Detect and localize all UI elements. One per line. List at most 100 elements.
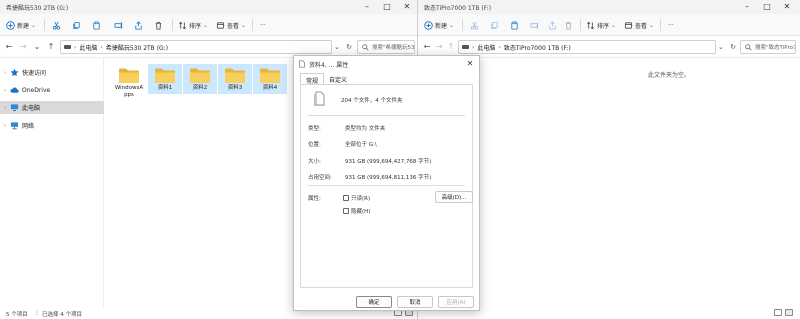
folder-item[interactable]: WindowsA pps	[112, 64, 146, 104]
command-bar: 新建 ⌄ 排序 ⌄ 查看 ⌄ ···	[0, 14, 417, 36]
new-button[interactable]: 新建 ⌄	[6, 18, 36, 32]
folder-item[interactable]: 资料3	[218, 64, 252, 94]
more-button[interactable]: ···	[668, 18, 674, 32]
nav-item-network[interactable]: › 网络	[0, 119, 104, 132]
refresh-icon[interactable]: ↻	[728, 41, 738, 53]
divider	[308, 115, 465, 116]
search-placeholder: 搜索"致态TiPro7000 1T..."	[755, 45, 795, 51]
up-icon[interactable]: ↑	[46, 41, 56, 53]
drive-icon	[462, 45, 469, 49]
share-button[interactable]	[134, 18, 143, 32]
back-icon[interactable]: ←	[422, 41, 432, 53]
apply-button[interactable]: 应用(A)	[438, 296, 474, 308]
forward-icon[interactable]: →	[18, 41, 28, 53]
more-label: ···	[260, 21, 266, 29]
chevron-right-icon[interactable]: ›	[0, 70, 10, 76]
delete-button[interactable]	[154, 18, 163, 32]
sort-icon	[587, 21, 594, 29]
minimize-icon[interactable]: –	[360, 2, 374, 12]
tiles-view-icon[interactable]	[785, 309, 793, 316]
close-icon[interactable]: ✕	[400, 2, 414, 12]
folder-name: pps	[124, 92, 134, 98]
cut-button[interactable]	[52, 18, 61, 32]
chevron-right-icon: ›	[472, 43, 475, 51]
rename-button[interactable]	[530, 18, 539, 32]
advanced-button[interactable]: 高级(D)...	[435, 191, 473, 203]
nav-item-onedrive[interactable]: › OneDrive	[0, 84, 104, 97]
address-bar[interactable]: › 此电脑 › 希捷酷玩530 2TB (G:)	[60, 40, 332, 54]
more-label: ···	[668, 21, 674, 29]
maximize-icon[interactable]: □	[380, 2, 394, 12]
readonly-checkbox[interactable]: 只读(R)	[343, 194, 370, 202]
ok-button[interactable]: 确定	[356, 296, 392, 308]
more-button[interactable]: ···	[260, 18, 266, 32]
recent-chevron-icon[interactable]: ⌄	[32, 41, 42, 53]
folder-item[interactable]: 资料2	[183, 64, 217, 94]
nav-label: 网络	[22, 123, 35, 130]
minimize-icon[interactable]: –	[740, 2, 754, 12]
rename-icon	[530, 21, 539, 29]
cancel-button[interactable]: 取消	[397, 296, 433, 308]
address-chevron-icon[interactable]: ⌄	[332, 41, 342, 53]
rename-button[interactable]	[114, 18, 123, 32]
folder-item[interactable]: 资料4	[253, 64, 287, 94]
hidden-checkbox[interactable]: 隐藏(H)	[343, 207, 370, 215]
cloud-icon	[10, 87, 19, 93]
view-button[interactable]: 查看 ⌄	[216, 18, 246, 32]
maximize-icon[interactable]: □	[760, 2, 774, 12]
view-button[interactable]: 查看 ⌄	[624, 18, 654, 32]
close-icon[interactable]: ✕	[465, 59, 475, 69]
size-value: 931 GB (999,694,427,768 字节)	[345, 159, 432, 165]
chevron-right-icon[interactable]: ›	[0, 105, 10, 111]
divider	[252, 19, 253, 31]
new-button[interactable]: 新建 ⌄	[424, 18, 454, 32]
folder-item[interactable]: 资料1	[148, 64, 182, 94]
scissors-icon	[52, 21, 61, 30]
delete-button[interactable]	[564, 18, 573, 32]
checkbox-box[interactable]	[343, 195, 349, 201]
copy-button[interactable]	[490, 18, 499, 32]
folder-icon	[119, 68, 139, 83]
refresh-icon[interactable]: ↻	[344, 41, 354, 53]
chevron-down-icon: ⌄	[649, 21, 655, 29]
divider	[660, 19, 661, 31]
up-icon[interactable]: ↑	[446, 41, 456, 53]
star-icon	[10, 68, 19, 77]
sort-label: 排序	[189, 22, 202, 30]
share-button[interactable]	[548, 18, 557, 32]
search-input[interactable]: 搜索"致态TiPro7000 1T..."	[740, 40, 796, 54]
search-input[interactable]: 搜索"希捷酷玩530 2..."	[357, 40, 415, 54]
nav-item-this-pc[interactable]: › 此电脑	[0, 101, 104, 114]
search-icon	[745, 43, 752, 51]
cut-button[interactable]	[470, 18, 479, 32]
divider	[580, 19, 581, 31]
sort-button[interactable]: 排序 ⌄	[586, 18, 616, 32]
paste-button[interactable]	[92, 18, 101, 32]
forward-icon[interactable]: →	[434, 41, 444, 53]
breadcrumb-item[interactable]: 此电脑	[79, 43, 97, 52]
back-icon[interactable]: ←	[4, 41, 14, 53]
breadcrumb-item[interactable]: 致态TiPro7000 1TB (F:)	[504, 43, 571, 52]
address-bar[interactable]: › 此电脑 › 致态TiPro7000 1TB (F:)	[458, 40, 716, 54]
sort-label: 排序	[597, 22, 610, 30]
breadcrumb-item[interactable]: 希捷酷玩530 2TB (G:)	[106, 43, 168, 52]
hidden-label: 隐藏(H)	[351, 209, 371, 215]
folder-icon	[225, 68, 245, 83]
breadcrumb-item[interactable]: 此电脑	[477, 43, 495, 52]
details-view-icon[interactable]	[774, 309, 782, 316]
trash-icon	[565, 21, 572, 30]
chevron-down-icon: ⌄	[241, 21, 247, 29]
close-icon[interactable]: ✕	[780, 2, 794, 12]
address-chevron-icon[interactable]: ⌄	[716, 41, 726, 53]
chevron-right-icon[interactable]: ›	[0, 88, 10, 94]
window-title: 致态TiPro7000 1TB (F:)	[424, 5, 492, 12]
paste-button[interactable]	[510, 18, 519, 32]
chevron-right-icon[interactable]: ›	[0, 123, 10, 129]
checkbox-box[interactable]	[343, 208, 349, 214]
folder-name: 资料2	[192, 85, 208, 91]
nav-item-quick-access[interactable]: › 快速访问	[0, 66, 104, 79]
sort-button[interactable]: 排序 ⌄	[178, 18, 208, 32]
copy-icon	[491, 21, 498, 29]
network-icon	[10, 122, 19, 130]
copy-button[interactable]	[72, 18, 81, 32]
